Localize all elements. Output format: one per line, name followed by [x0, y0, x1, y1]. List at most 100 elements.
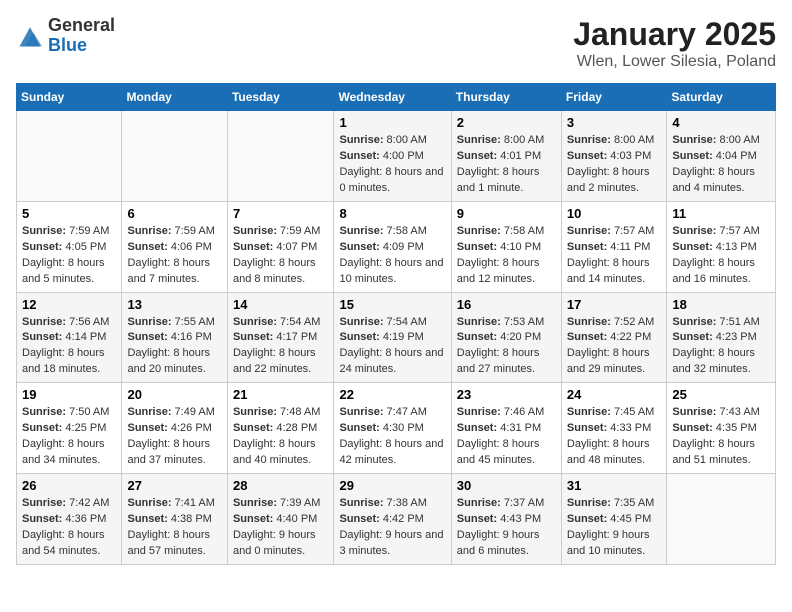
header-saturday: Saturday	[667, 84, 776, 111]
calendar-cell: 9 Sunrise: 7:58 AMSunset: 4:10 PMDaylight…	[451, 201, 561, 292]
day-info: Sunrise: 7:54 AMSunset: 4:19 PMDaylight:…	[339, 315, 445, 379]
calendar-cell: 21Sunrise: 7:48 AMSunset: 4:28 PMDayligh…	[227, 383, 334, 474]
day-info: Sunrise: 7:46 AMSunset: 4:31 PMDaylight:…	[457, 405, 556, 469]
calendar-cell: 27 Sunrise: 7:41 AMSunset: 4:38 PMDayligh…	[122, 474, 227, 565]
day-number: 10	[567, 206, 661, 221]
calendar-cell: 14Sunrise: 7:54 AMSunset: 4:17 PMDayligh…	[227, 292, 334, 383]
calendar-cell: 12 Sunrise: 7:56 AMSunset: 4:14 PMDayligh…	[17, 292, 122, 383]
calendar-title-block: January 2025 Wlen, Lower Silesia, Poland	[573, 16, 776, 71]
header-tuesday: Tuesday	[227, 84, 334, 111]
calendar-title: January 2025	[573, 16, 776, 53]
day-number: 22	[339, 387, 445, 402]
day-number: 9	[457, 206, 556, 221]
calendar-cell	[17, 111, 122, 202]
day-info: Sunrise: 7:58 AMSunset: 4:10 PMDaylight:…	[457, 224, 556, 288]
day-number: 1	[339, 115, 445, 130]
calendar-cell: 13 Sunrise: 7:55 AMSunset: 4:16 PMDayligh…	[122, 292, 227, 383]
day-number: 8	[339, 206, 445, 221]
day-info: Sunrise: 7:41 AMSunset: 4:38 PMDaylight:…	[127, 496, 221, 560]
day-number: 24	[567, 387, 661, 402]
day-number: 17	[567, 297, 661, 312]
day-number: 30	[457, 478, 556, 493]
calendar-cell	[667, 474, 776, 565]
day-number: 25	[672, 387, 770, 402]
day-number: 23	[457, 387, 556, 402]
day-number: 28	[233, 478, 329, 493]
calendar-cell: 3Sunrise: 8:00 AMSunset: 4:03 PMDaylight…	[561, 111, 666, 202]
calendar-cell: 6 Sunrise: 7:59 AMSunset: 4:06 PMDaylight…	[122, 201, 227, 292]
calendar-cell	[227, 111, 334, 202]
day-info: Sunrise: 7:42 AMSunset: 4:36 PMDaylight:…	[22, 496, 116, 560]
calendar-cell: 1Sunrise: 8:00 AMSunset: 4:00 PMDaylight…	[334, 111, 451, 202]
day-info: Sunrise: 7:51 AMSunset: 4:23 PMDaylight:…	[672, 315, 770, 379]
day-info: Sunrise: 7:59 AMSunset: 4:06 PMDaylight:…	[127, 224, 221, 288]
calendar-cell: 5 Sunrise: 7:59 AMSunset: 4:05 PMDaylight…	[17, 201, 122, 292]
day-number: 20	[127, 387, 221, 402]
day-number: 11	[672, 206, 770, 221]
calendar-week-row: 12 Sunrise: 7:56 AMSunset: 4:14 PMDayligh…	[17, 292, 776, 383]
calendar-cell: 22 Sunrise: 7:47 AMSunset: 4:30 PMDayligh…	[334, 383, 451, 474]
calendar-cell: 10Sunrise: 7:57 AMSunset: 4:11 PMDayligh…	[561, 201, 666, 292]
calendar-week-row: 1Sunrise: 8:00 AMSunset: 4:00 PMDaylight…	[17, 111, 776, 202]
calendar-cell: 19Sunrise: 7:50 AMSunset: 4:25 PMDayligh…	[17, 383, 122, 474]
day-number: 27	[127, 478, 221, 493]
page-header: General Blue January 2025 Wlen, Lower Si…	[16, 16, 776, 71]
calendar-week-row: 19Sunrise: 7:50 AMSunset: 4:25 PMDayligh…	[17, 383, 776, 474]
day-number: 13	[127, 297, 221, 312]
day-number: 16	[457, 297, 556, 312]
header-thursday: Thursday	[451, 84, 561, 111]
day-number: 31	[567, 478, 661, 493]
day-info: Sunrise: 7:55 AMSunset: 4:16 PMDaylight:…	[127, 315, 221, 379]
day-info: Sunrise: 7:47 AMSunset: 4:30 PMDaylight:…	[339, 405, 445, 469]
calendar-week-row: 26 Sunrise: 7:42 AMSunset: 4:36 PMDayligh…	[17, 474, 776, 565]
logo-icon	[16, 22, 44, 50]
calendar-cell: 28 Sunrise: 7:39 AMSunset: 4:40 PMDayligh…	[227, 474, 334, 565]
day-number: 14	[233, 297, 329, 312]
day-info: Sunrise: 7:53 AMSunset: 4:20 PMDaylight:…	[457, 315, 556, 379]
day-number: 15	[339, 297, 445, 312]
calendar-cell: 7Sunrise: 7:59 AMSunset: 4:07 PMDaylight…	[227, 201, 334, 292]
day-info: Sunrise: 7:38 AMSunset: 4:42 PMDaylight:…	[339, 496, 445, 560]
day-info: Sunrise: 7:37 AMSunset: 4:43 PMDaylight:…	[457, 496, 556, 560]
calendar-cell: 20 Sunrise: 7:49 AMSunset: 4:26 PMDayligh…	[122, 383, 227, 474]
day-info: Sunrise: 7:56 AMSunset: 4:14 PMDaylight:…	[22, 315, 116, 379]
day-number: 18	[672, 297, 770, 312]
day-number: 7	[233, 206, 329, 221]
day-number: 6	[127, 206, 221, 221]
logo: General Blue	[16, 16, 115, 56]
calendar-cell: 15 Sunrise: 7:54 AMSunset: 4:19 PMDayligh…	[334, 292, 451, 383]
day-number: 12	[22, 297, 116, 312]
day-info: Sunrise: 8:00 AMSunset: 4:03 PMDaylight:…	[567, 133, 661, 197]
calendar-cell: 2 Sunrise: 8:00 AMSunset: 4:01 PMDaylight…	[451, 111, 561, 202]
day-number: 4	[672, 115, 770, 130]
day-info: Sunrise: 7:43 AMSunset: 4:35 PMDaylight:…	[672, 405, 770, 469]
logo-blue-text: Blue	[48, 36, 115, 56]
day-number: 26	[22, 478, 116, 493]
calendar-cell: 11Sunrise: 7:57 AMSunset: 4:13 PMDayligh…	[667, 201, 776, 292]
calendar-cell: 26 Sunrise: 7:42 AMSunset: 4:36 PMDayligh…	[17, 474, 122, 565]
day-info: Sunrise: 7:49 AMSunset: 4:26 PMDaylight:…	[127, 405, 221, 469]
logo-general-text: General	[48, 16, 115, 36]
calendar-cell: 30 Sunrise: 7:37 AMSunset: 4:43 PMDayligh…	[451, 474, 561, 565]
day-number: 29	[339, 478, 445, 493]
day-number: 2	[457, 115, 556, 130]
day-info: Sunrise: 7:39 AMSunset: 4:40 PMDaylight:…	[233, 496, 329, 560]
header-monday: Monday	[122, 84, 227, 111]
day-info: Sunrise: 7:45 AMSunset: 4:33 PMDaylight:…	[567, 405, 661, 469]
header-row: Sunday Monday Tuesday Wednesday Thursday…	[17, 84, 776, 111]
header-wednesday: Wednesday	[334, 84, 451, 111]
calendar-header: Sunday Monday Tuesday Wednesday Thursday…	[17, 84, 776, 111]
day-info: Sunrise: 7:59 AMSunset: 4:05 PMDaylight:…	[22, 224, 116, 288]
calendar-cell: 4 Sunrise: 8:00 AMSunset: 4:04 PMDaylight…	[667, 111, 776, 202]
calendar-cell: 18 Sunrise: 7:51 AMSunset: 4:23 PMDayligh…	[667, 292, 776, 383]
calendar-subtitle: Wlen, Lower Silesia, Poland	[573, 53, 776, 71]
day-number: 5	[22, 206, 116, 221]
day-info: Sunrise: 8:00 AMSunset: 4:01 PMDaylight:…	[457, 133, 556, 197]
calendar-cell: 23 Sunrise: 7:46 AMSunset: 4:31 PMDayligh…	[451, 383, 561, 474]
day-number: 21	[233, 387, 329, 402]
calendar-cell: 31Sunrise: 7:35 AMSunset: 4:45 PMDayligh…	[561, 474, 666, 565]
calendar-cell: 16 Sunrise: 7:53 AMSunset: 4:20 PMDayligh…	[451, 292, 561, 383]
day-info: Sunrise: 8:00 AMSunset: 4:04 PMDaylight:…	[672, 133, 770, 197]
calendar-body: 1Sunrise: 8:00 AMSunset: 4:00 PMDaylight…	[17, 111, 776, 565]
calendar-cell: 25 Sunrise: 7:43 AMSunset: 4:35 PMDayligh…	[667, 383, 776, 474]
